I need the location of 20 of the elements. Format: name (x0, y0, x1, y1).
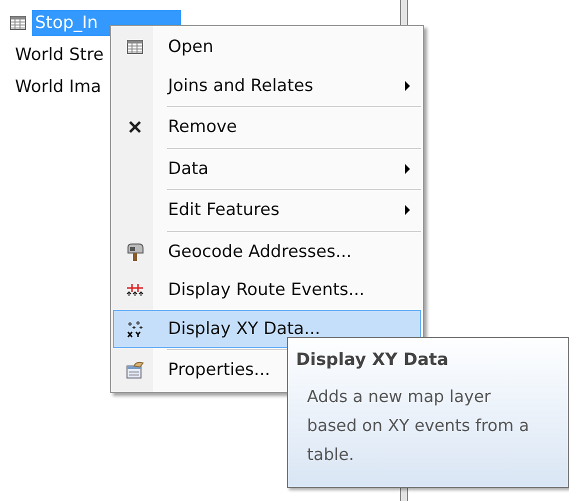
table-icon (127, 40, 143, 54)
mailbox-icon (126, 242, 144, 261)
menu-item[interactable]: Data (113, 150, 421, 188)
submenu-arrow-icon (405, 80, 410, 91)
table-icon (10, 16, 26, 30)
route-events-icon (126, 283, 144, 298)
tooltip-title: Display XY Data (296, 350, 450, 370)
layer-item[interactable]: World Stre (12, 42, 107, 68)
menu-item[interactable]: Edit Features (113, 191, 421, 230)
menu-item[interactable]: Display Route Events... (113, 271, 421, 310)
close-icon (129, 121, 141, 134)
menu-item[interactable]: Remove (113, 108, 421, 146)
properties-icon (126, 361, 144, 380)
submenu-arrow-icon (405, 164, 410, 174)
menu-item[interactable]: Geocode Addresses... (113, 232, 421, 271)
submenu-arrow-icon (405, 205, 410, 216)
tooltip-description: Adds a new map layer based on XY events from a table. (306, 386, 530, 466)
menu-item[interactable]: Joins and Relates (113, 66, 421, 105)
xy-points-icon (126, 320, 144, 338)
layer-item[interactable]: World Ima (12, 74, 104, 100)
